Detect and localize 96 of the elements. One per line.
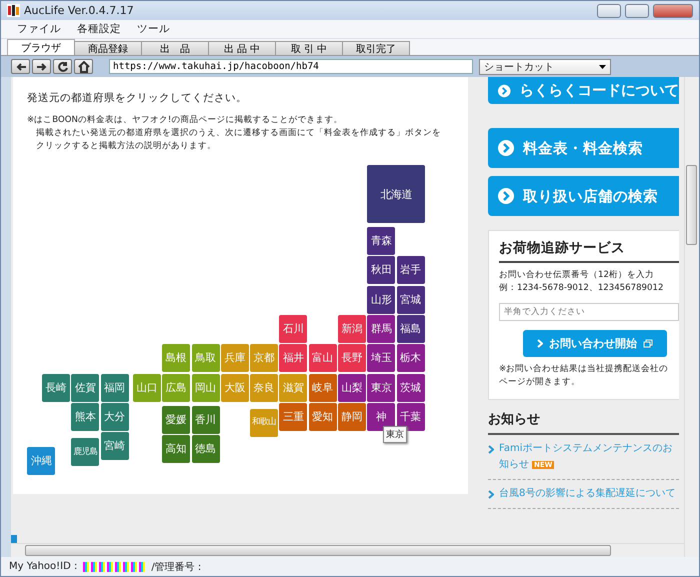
prefecture-tile[interactable]: 青森 [367,227,396,255]
prefecture-tile[interactable]: 高知 [162,435,190,464]
prefecture-tile[interactable]: 熊本 [71,402,100,431]
link-button[interactable]: らくらくコードについて [488,77,679,104]
horizontal-scrollbar[interactable] [11,543,684,557]
prefecture-tile[interactable]: 茨城 [396,374,425,402]
prefecture-tile[interactable]: 大阪 [220,374,249,402]
tab[interactable]: 取引完了 [342,41,410,55]
prefecture-tile[interactable]: 島根 [162,344,190,372]
prefecture-tile[interactable]: 群馬 [367,314,396,343]
menu-item[interactable]: 各種設定 [77,22,121,36]
arrow-left-icon[interactable] [11,59,30,74]
instruction-text: 発送元の都道府県をクリックしてください。 [27,91,248,105]
prefecture-tile[interactable]: 埼玉 [367,344,396,372]
tooltip: 東京 [383,426,407,443]
home-icon[interactable] [74,59,93,74]
maximize-button[interactable] [625,4,649,18]
prefecture-tile[interactable]: 秋田 [367,256,396,284]
note-text: ※はこBOONの料金表は、ヤフオク!の商品ページに掲載することができます。 [27,114,344,127]
prefecture-tile[interactable]: 栃木 [396,344,425,372]
prefecture-tile[interactable]: 宮城 [396,286,425,314]
close-button[interactable] [653,4,693,18]
section-title: お知らせ [488,410,679,435]
prefecture-tile[interactable]: 兵庫 [220,344,249,372]
prefecture-tile[interactable]: 香川 [192,406,220,434]
prefecture-tile[interactable]: 大分 [100,402,129,431]
prefecture-tile[interactable]: 福井 [279,344,308,372]
refresh-icon[interactable] [53,59,72,74]
prefecture-tile[interactable]: 長野 [338,344,366,372]
instruction-text: お問い合わせ伝票番号（12桁）を入力 [499,269,655,282]
chevron-circle-icon [498,188,514,204]
tab[interactable]: 出 品 [141,41,209,55]
chevron-icon [488,490,494,499]
prefecture-tile[interactable]: 静岡 [338,402,366,431]
prefecture-tile[interactable]: 福岡 [100,374,129,402]
prefecture-tile[interactable]: 和歌山 [250,408,278,437]
tab[interactable]: ブラウザ [7,39,75,55]
inquiry-button[interactable]: お問い合わせ開始 [523,330,667,357]
card-title: お荷物追跡サービス [499,239,679,263]
prefecture-tile[interactable]: 愛媛 [162,406,190,434]
prefecture-tile[interactable]: 佐賀 [71,374,100,402]
prefecture-tile[interactable]: 長崎 [42,374,70,402]
tab[interactable]: 出 品 中 [208,41,276,55]
prefecture-tile[interactable]: 広島 [162,374,190,402]
note-text: ※お問い合わせ結果は当社提携配送会社のページが開きます。 [499,363,670,389]
prefecture-tile[interactable]: 徳島 [192,435,220,464]
vertical-scrollbar[interactable] [684,77,699,557]
prefecture-tile[interactable]: 愛知 [308,402,337,431]
heading-marker-icon [11,535,17,544]
tab[interactable]: 取 引 中 [275,41,343,55]
prefecture-tile[interactable]: 京都 [250,344,278,372]
prefecture-tile[interactable]: 北海道 [367,165,426,224]
prefecture-tile[interactable]: 富山 [308,344,337,372]
tab[interactable]: 商品登録 [74,41,142,55]
prefecture-tile[interactable]: 岩手 [396,256,425,284]
masked-id-block [83,562,146,572]
prefecture-tile[interactable]: 鳥取 [192,344,220,372]
dropdown-arrow-icon [599,64,606,68]
prefecture-tile[interactable]: 千葉 [396,402,425,431]
prefecture-tile[interactable]: 山口 [132,374,161,402]
prefecture-tile[interactable]: 山形 [367,286,396,314]
menu-item[interactable]: ツール [137,22,170,36]
arrow-right-icon[interactable] [32,59,51,74]
new-window-icon [643,339,653,348]
url-field[interactable]: https://www.takuhai.jp/hacoboon/hb74 [109,59,473,74]
prefecture-tile[interactable]: 三重 [279,402,308,431]
news-link[interactable]: 台風8号の影響による集配遅延について [499,486,676,502]
note-text: 掲載されたい発送元の都道府県を選択のうえ、次に遷移する画面にて「料金表を作成する」ボタンをクリックすると掲載方法の説明があります。 [35,127,442,153]
chevron-icon [537,339,543,348]
prefecture-tile[interactable]: 岡山 [192,374,220,402]
minimize-button[interactable] [597,4,621,18]
shortcut-dropdown[interactable]: ショートカット [479,58,611,74]
prefecture-tile[interactable]: 沖縄 [27,446,56,475]
yahoo-id-label: My Yahoo!ID : [9,561,78,572]
prefecture-tile[interactable]: 福島 [396,314,425,343]
chevron-circle-icon [498,82,510,98]
tracking-number-field[interactable]: 半角で入力ください [499,303,679,321]
chevron-circle-icon [498,140,514,156]
prefecture-tile[interactable]: 鹿児島 [71,438,100,466]
prefecture-tile[interactable]: 滋賀 [279,374,308,402]
prefecture-tile[interactable]: 岐阜 [308,374,337,402]
app-logo-icon [7,4,20,17]
prefecture-tile[interactable]: 奈良 [250,374,278,402]
example-text: 例：1234-5678-9012、123456789012 [499,282,664,295]
prefecture-tile[interactable]: 山梨 [338,374,366,402]
prefecture-tile[interactable]: 石川 [279,314,308,343]
chevron-icon [488,445,494,454]
window-title: AucLife Ver.0.4.7.17 [24,4,135,17]
link-button[interactable]: 取り扱い店舗の検索 [488,176,679,216]
prefecture-tile[interactable]: 東京 [367,374,396,402]
prefecture-tile[interactable]: 新潟 [338,314,366,343]
prefecture-tile[interactable]: 宮崎 [100,432,129,460]
prefecture-tile[interactable]: 神 [367,402,396,431]
link-button[interactable]: 料金表・料金検索 [488,128,679,168]
management-number-label: /管理番号 : [151,560,202,574]
menu-item[interactable]: ファイル [17,22,61,36]
